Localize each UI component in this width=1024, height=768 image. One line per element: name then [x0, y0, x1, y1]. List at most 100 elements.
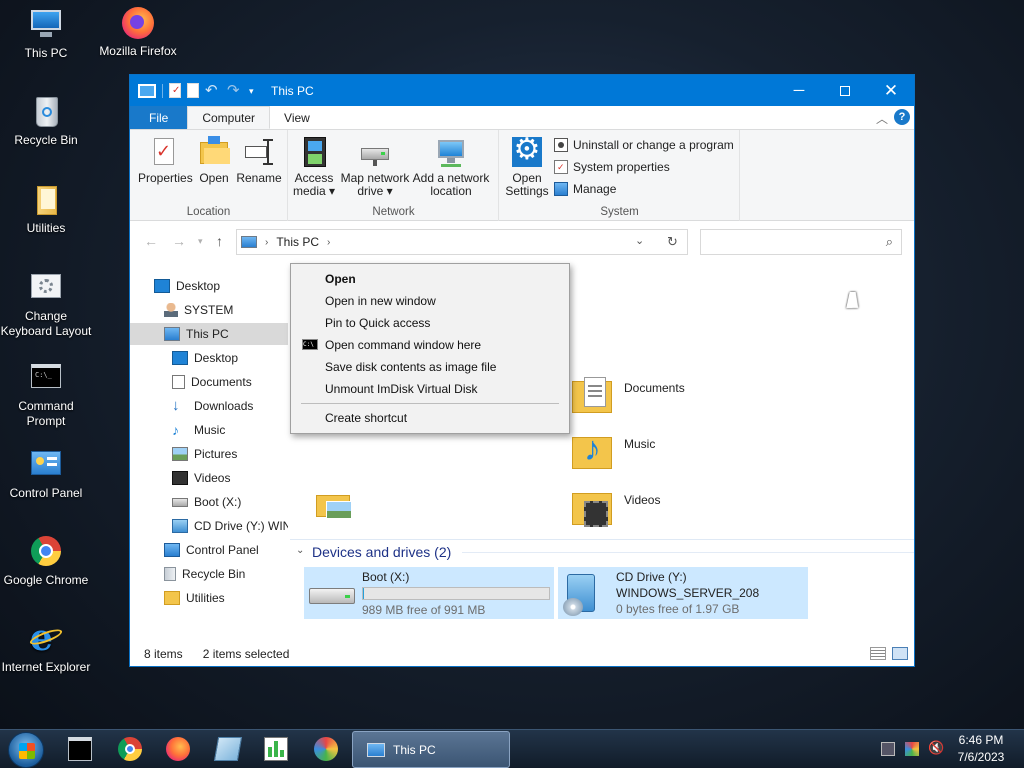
- devices-drives-header[interactable]: ⌄ Devices and drives (2): [290, 539, 914, 563]
- nav-item-pictures[interactable]: Pictures: [130, 443, 288, 465]
- nav-item-boot-drive[interactable]: Boot (X:): [130, 491, 288, 513]
- nav-item-music[interactable]: ♪ Music: [130, 419, 288, 441]
- desktop-icon-recycle-bin[interactable]: Recycle Bin: [0, 95, 92, 148]
- drive-free-space: 989 MB free of 991 MB: [362, 603, 486, 617]
- desktop-icon-control-panel[interactable]: Control Panel: [0, 448, 92, 501]
- documents-folder-icon: [572, 377, 616, 415]
- tab-computer[interactable]: Computer: [187, 106, 271, 129]
- menu-item-open[interactable]: Open: [292, 268, 568, 290]
- collapse-ribbon-icon[interactable]: ︿: [876, 110, 888, 127]
- system-properties-button[interactable]: ✓ System properties: [554, 160, 670, 174]
- access-media-button[interactable]: Access media ▾: [291, 136, 337, 198]
- recent-locations-icon[interactable]: ▾: [198, 236, 203, 247]
- forward-arrow-icon[interactable]: →: [172, 233, 186, 249]
- tray-color-icon[interactable]: [905, 742, 919, 756]
- nav-item-control-panel[interactable]: Control Panel: [130, 539, 288, 561]
- nav-item-desktop-root[interactable]: Desktop: [130, 275, 288, 297]
- desktop-icon-internet-explorer[interactable]: e Internet Explorer: [0, 620, 92, 675]
- properties-button[interactable]: ✓ Properties: [138, 136, 193, 185]
- tab-file[interactable]: File: [130, 106, 188, 129]
- nav-item-downloads[interactable]: ↓ Downloads: [130, 395, 288, 417]
- folder-item-videos[interactable]: Videos: [568, 485, 798, 533]
- add-network-location-button[interactable]: Add a network location: [411, 136, 491, 198]
- selection-count: 2 items selected: [202, 647, 290, 661]
- taskbar-task-manager-icon[interactable]: [264, 737, 288, 761]
- undo-icon[interactable]: ↶: [205, 82, 221, 99]
- nav-item-cd-drive[interactable]: CD Drive (Y:) WINI: [130, 515, 288, 537]
- menu-item-save-disk-image[interactable]: Save disk contents as image file: [292, 356, 568, 378]
- desktop-icon-firefox[interactable]: Mozilla Firefox: [92, 6, 184, 59]
- tray-network-icon[interactable]: [881, 742, 895, 756]
- menu-label: Open command window here: [325, 338, 482, 352]
- redo-icon[interactable]: ↷: [227, 82, 243, 99]
- maximize-button[interactable]: [822, 75, 868, 106]
- map-network-drive-button[interactable]: Map network drive ▾: [339, 136, 411, 198]
- folder-item-music[interactable]: ♪ Music: [568, 429, 798, 477]
- back-arrow-icon[interactable]: ←: [144, 233, 158, 249]
- settings-gear-icon: ⚙: [512, 133, 542, 167]
- command-prompt-icon: C:\_: [29, 361, 63, 395]
- nav-label: Videos: [194, 471, 231, 485]
- menu-item-unmount-imdisk[interactable]: Unmount ImDisk Virtual Disk: [292, 378, 568, 400]
- nav-item-desktop[interactable]: Desktop: [130, 347, 288, 369]
- refresh-icon: ↻: [667, 234, 678, 249]
- open-button[interactable]: Open: [196, 136, 232, 185]
- pictures-thumb-icon: [326, 501, 352, 519]
- close-button[interactable]: ✕: [868, 75, 914, 106]
- nav-item-documents[interactable]: Documents: [130, 371, 288, 393]
- tray-clock[interactable]: 6:46 PM 7/6/2023: [948, 732, 1014, 766]
- nav-item-recycle-bin[interactable]: Recycle Bin: [130, 563, 288, 585]
- taskbar-item-this-pc[interactable]: This PC: [352, 731, 510, 768]
- search-box[interactable]: ⌕: [700, 229, 902, 255]
- menu-item-pin-quick-access[interactable]: Pin to Quick access: [292, 312, 568, 334]
- rename-button[interactable]: Rename: [236, 136, 282, 185]
- breadcrumb-this-pc[interactable]: This PC: [276, 235, 319, 249]
- new-folder-icon[interactable]: [187, 83, 199, 98]
- ribbon-tabs: File Computer View ︿ ?: [130, 106, 914, 129]
- desktop-icon-keyboard-layout[interactable]: Change Keyboard Layout: [0, 271, 92, 339]
- details-view-icon[interactable]: [870, 647, 886, 660]
- taskbar-notepad-icon[interactable]: [213, 737, 243, 761]
- menu-item-create-shortcut[interactable]: Create shortcut: [292, 407, 568, 429]
- minimize-button[interactable]: ─: [776, 75, 822, 106]
- help-icon[interactable]: ?: [894, 109, 910, 125]
- address-bar[interactable]: › This PC › ⌄: [236, 229, 688, 255]
- tab-view[interactable]: View: [270, 106, 324, 129]
- item-count: 8 items: [144, 647, 183, 661]
- folder-item-documents[interactable]: Documents: [568, 373, 798, 421]
- nav-item-system-user[interactable]: SYSTEM: [130, 299, 288, 321]
- taskbar-paint-icon[interactable]: [314, 737, 338, 761]
- nav-item-utilities[interactable]: Utilities: [130, 587, 288, 609]
- taskbar-chrome-icon[interactable]: [118, 737, 142, 761]
- desktop-icon-this-pc[interactable]: This PC: [0, 8, 92, 61]
- large-icons-view-icon[interactable]: [892, 647, 908, 660]
- taskbar-command-prompt-icon[interactable]: [68, 737, 92, 761]
- taskbar-firefox-icon[interactable]: [166, 737, 190, 761]
- properties-check-icon[interactable]: ✓: [169, 83, 181, 98]
- nav-item-videos[interactable]: Videos: [130, 467, 288, 489]
- address-dropdown-icon[interactable]: ⌄: [635, 234, 644, 247]
- up-arrow-icon[interactable]: ↑: [216, 233, 223, 249]
- group-header-line: [462, 552, 914, 553]
- menu-item-open-new-window[interactable]: Open in new window: [292, 290, 568, 312]
- search-input[interactable]: [705, 230, 875, 252]
- nav-item-this-pc[interactable]: This PC: [130, 323, 288, 345]
- customize-qat-icon[interactable]: ▾: [249, 83, 259, 99]
- menu-item-open-command-window[interactable]: C:\ Open command window here: [292, 334, 568, 356]
- manage-label: Manage: [573, 182, 617, 196]
- user-icon: [164, 303, 178, 317]
- ribbon-group-location: ✓ Properties Open Rename Location: [130, 130, 288, 221]
- desktop-icon-command-prompt[interactable]: C:\_ Command Prompt: [0, 361, 92, 429]
- drive-tile-cd[interactable]: CD Drive (Y:) WINDOWS_SERVER_208 0 bytes…: [558, 567, 808, 619]
- open-settings-button[interactable]: ⚙ Open Settings: [502, 133, 552, 198]
- start-button[interactable]: [8, 732, 44, 768]
- title-bar[interactable]: ✓ ↶ ↷ ▾ This PC ─ ✕: [130, 75, 914, 106]
- drive-tile-boot[interactable]: Boot (X:) 989 MB free of 991 MB: [304, 567, 554, 619]
- refresh-button[interactable]: ↻: [658, 229, 688, 255]
- manage-button[interactable]: Manage: [554, 182, 616, 196]
- open-folder-icon: [198, 136, 230, 168]
- desktop-icon-utilities[interactable]: Utilities: [0, 183, 92, 236]
- tray-volume-muted-icon[interactable]: 🔇: [928, 740, 944, 756]
- uninstall-program-button[interactable]: Uninstall or change a program: [554, 138, 734, 152]
- desktop-icon-chrome[interactable]: Google Chrome: [0, 535, 92, 588]
